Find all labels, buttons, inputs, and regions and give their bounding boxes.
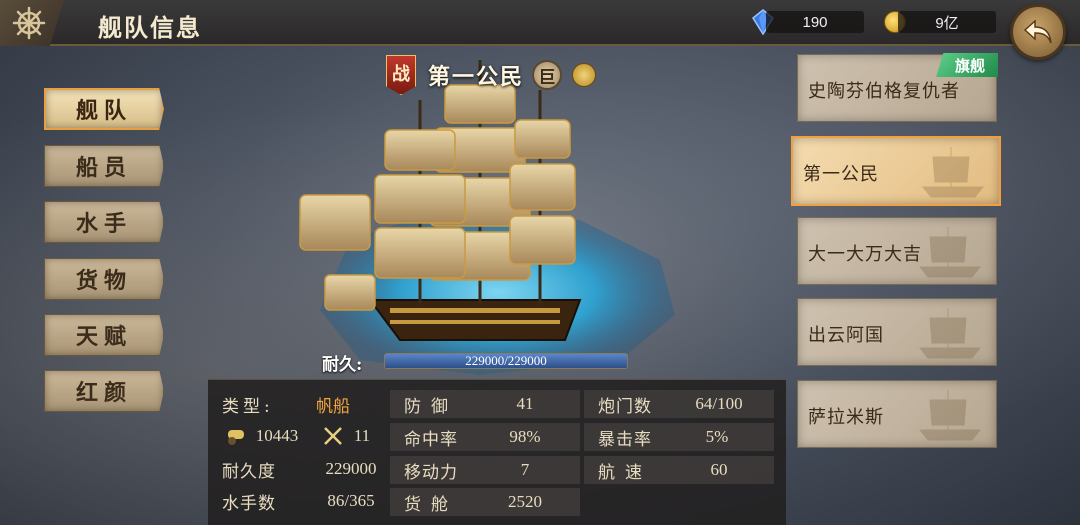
ship-silhouette-icon xyxy=(918,227,982,278)
defense-label: 防御 xyxy=(404,396,458,417)
durability-row: 耐久: 229000/229000 xyxy=(322,350,632,375)
fleet-item-name: 萨拉米斯 xyxy=(808,407,884,428)
hit-value: 98% xyxy=(509,427,541,446)
fleet-item-1[interactable]: 第一公民 xyxy=(791,136,1001,206)
fleet-item-name: 大一大万大吉 xyxy=(808,244,922,265)
tab-cargo[interactable]: 货物 xyxy=(44,258,164,300)
defense-value: 41 xyxy=(516,394,534,413)
stat-hit-rate: 命中率 98% xyxy=(390,423,580,451)
back-arrow-icon xyxy=(1023,19,1052,44)
stat-type: 类型: 帆船 xyxy=(208,390,388,418)
durability-stat-value: 229000 xyxy=(325,459,377,478)
sailors-label: 水手数 xyxy=(222,493,276,514)
ship-silhouette-icon xyxy=(918,390,982,441)
power-value: 10443 xyxy=(255,426,299,445)
stat-cannon-ports: 炮门数 64/100 xyxy=(584,390,774,418)
crit-value: 5% xyxy=(705,427,729,446)
tab-fleet[interactable]: 舰队 xyxy=(44,88,164,130)
ship-silhouette-icon xyxy=(921,147,985,198)
cannon-label: 炮门数 xyxy=(598,396,652,417)
type-value: 帆船 xyxy=(316,396,350,416)
top-bar: 舰队信息 190 9亿 xyxy=(0,0,1080,46)
battle-badge: 战 xyxy=(386,55,416,95)
cannon-icon xyxy=(228,430,244,445)
swap-icon[interactable] xyxy=(572,63,597,87)
ship-wheel-icon xyxy=(12,6,46,40)
hit-label: 命中率 xyxy=(404,429,458,450)
ship-name: 第一公民 xyxy=(428,64,525,90)
fleet-item-name: 第一公民 xyxy=(803,164,879,185)
stat-speed: 航速 60 xyxy=(584,456,774,484)
stat-crit-rate: 暴击率 5% xyxy=(584,423,774,451)
tab-talent[interactable]: 天赋 xyxy=(44,314,164,356)
page-title: 舰队信息 xyxy=(98,13,202,42)
back-button[interactable] xyxy=(1010,4,1066,60)
stats-panel: 类型: 帆船 10443 11 耐久度 229000 水手数 86/365 防御… xyxy=(208,379,786,525)
tab-crew[interactable]: 船员 xyxy=(44,145,164,187)
tab-beauty[interactable]: 红颜 xyxy=(44,370,164,412)
cannon-value: 64/100 xyxy=(695,394,743,413)
flagship-badge: 旗舰 xyxy=(936,53,998,77)
move-label: 移动力 xyxy=(404,462,458,483)
fleet-item-name: 史陶芬伯格复仇者 xyxy=(808,81,960,102)
stat-cargo: 货舱 2520 xyxy=(390,488,580,516)
crossed-swords-icon xyxy=(324,427,342,445)
stat-durability: 耐久度 229000 xyxy=(208,455,388,483)
gem-count: 190 xyxy=(766,11,864,33)
stat-movement: 移动力 7 xyxy=(390,456,580,484)
gold-count: 9亿 xyxy=(898,11,996,33)
durability-stat-label: 耐久度 xyxy=(222,461,276,482)
fleet-item-name: 出云阿国 xyxy=(808,325,884,346)
move-value: 7 xyxy=(520,460,530,479)
cargo-value: 2520 xyxy=(508,492,542,511)
type-label: 类型: xyxy=(222,396,274,417)
tab-sailors[interactable]: 水手 xyxy=(44,201,164,243)
stat-power-attack: 10443 11 xyxy=(208,422,388,450)
stat-sailors: 水手数 86/365 xyxy=(208,487,388,515)
speed-label: 航速 xyxy=(598,462,652,483)
ship-name-row: 战 第一公民 巨 xyxy=(386,55,597,95)
fleet-item-0[interactable]: 史陶芬伯格复仇者 旗舰 xyxy=(797,53,998,122)
durability-label: 耐久: xyxy=(322,355,363,375)
fleet-item-2[interactable]: 大一大万大吉 xyxy=(797,217,997,285)
attack-value: 11 xyxy=(353,426,371,445)
stat-defense: 防御 41 xyxy=(390,390,580,418)
ship-silhouette-icon xyxy=(918,308,982,359)
fleet-item-4[interactable]: 萨拉米斯 xyxy=(797,380,997,448)
ship-model[interactable] xyxy=(280,50,700,380)
sailors-value: 86/365 xyxy=(327,491,375,510)
fleet-item-3[interactable]: 出云阿国 xyxy=(797,298,997,366)
size-badge: 巨 xyxy=(532,60,563,90)
crit-label: 暴击率 xyxy=(598,429,652,450)
speed-value: 60 xyxy=(710,460,728,479)
durability-text: 229000/229000 xyxy=(465,353,547,368)
cargo-label: 货舱 xyxy=(404,494,458,515)
